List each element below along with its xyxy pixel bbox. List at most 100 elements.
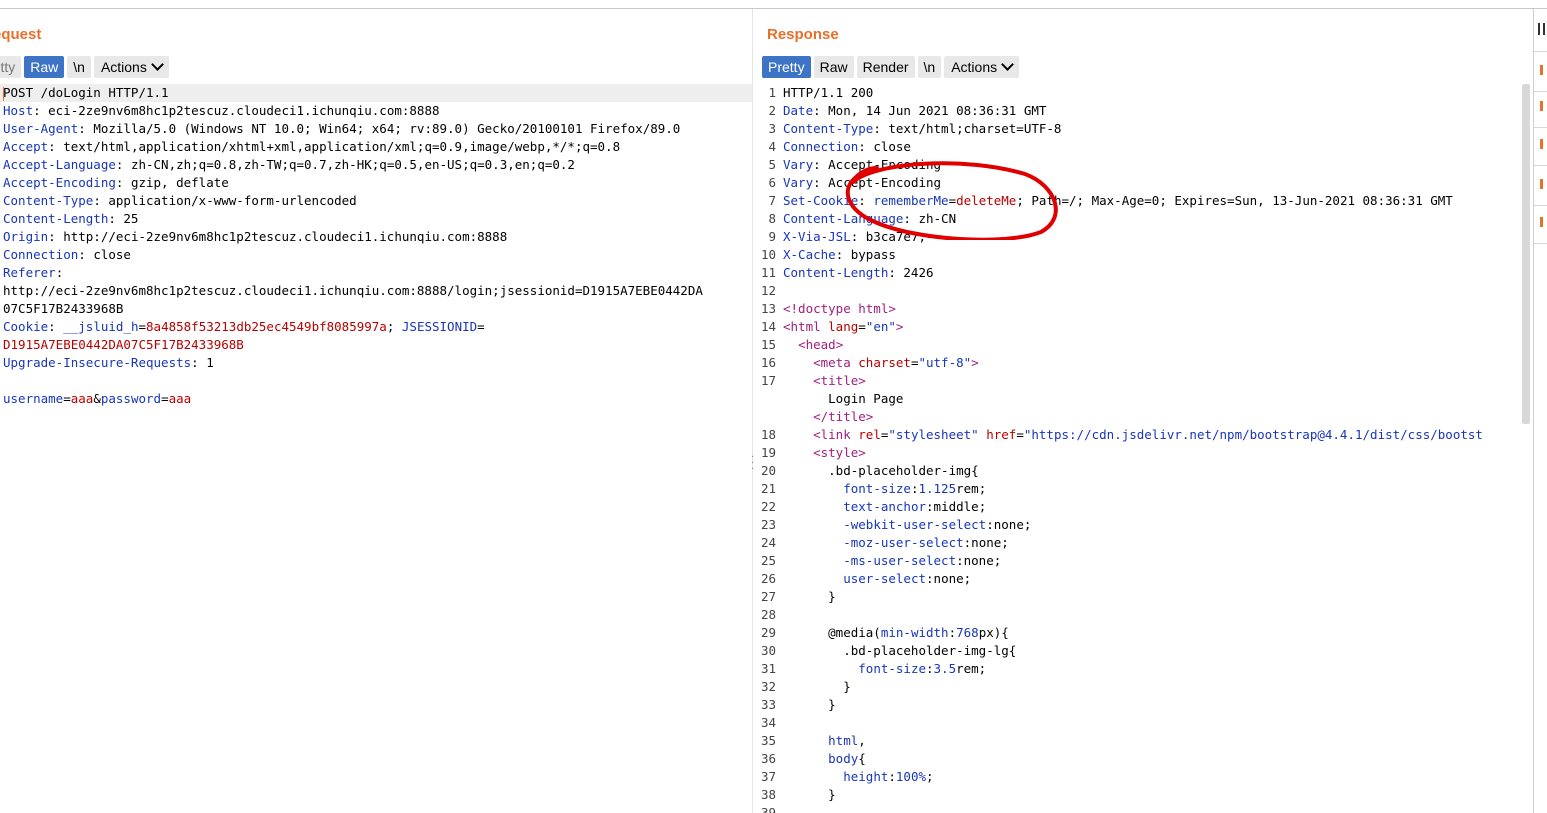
response-line: Login Page: [756, 390, 1532, 408]
request-editor[interactable]: POST /doLogin HTTP/1.1 Host: eci-2ze9nv6m…: [0, 84, 752, 813]
response-code: font-size:3.5rem;: [783, 660, 986, 678]
response-tab-pretty[interactable]: Pretty: [762, 56, 811, 78]
response-line: 4 Connection: close: [756, 138, 1532, 156]
line-number: 35: [760, 733, 776, 748]
response-tab-render[interactable]: Render: [856, 56, 915, 78]
response-toolbar: Pretty Raw Render \n Actions: [762, 56, 1020, 78]
line-number: 4: [768, 139, 776, 154]
request-token: http://eci-2ze9nv6m8hc1p2tescuz.cloudeci…: [3, 283, 703, 298]
request-token: Content-Length: [3, 211, 109, 226]
request-token: : 25: [108, 211, 139, 226]
line-number: 22: [760, 499, 776, 514]
response-token: rem;: [956, 481, 987, 496]
line-number: 15: [760, 337, 776, 352]
response-token: :none;: [963, 535, 1009, 550]
line-number: 12: [760, 283, 776, 298]
response-actions-button[interactable]: Actions: [944, 56, 1020, 78]
response-line: 29 @media(min-width:768px){: [756, 624, 1532, 642]
request-token: =: [161, 391, 169, 406]
response-code: user-select:none;: [783, 570, 971, 588]
request-token: Accept-Language: [3, 157, 116, 172]
sidebar-marker[interactable]: [1540, 179, 1543, 189]
request-token: =: [477, 319, 485, 334]
response-code: <title>: [783, 372, 866, 390]
request-actions-button[interactable]: Actions: [93, 56, 169, 78]
response-line: 2 Date: Mon, 14 Jun 2021 08:36:31 GMT: [756, 102, 1532, 120]
response-editor[interactable]: 1 HTTP/1.1 200 2 Date: Mon, 14 Jun 2021 08:…: [756, 84, 1532, 813]
pause-icon[interactable]: [1538, 23, 1545, 35]
response-line: 6 Vary: Accept-Encoding: [756, 174, 1532, 192]
line-number: 39: [760, 805, 776, 813]
line-number: 25: [760, 553, 776, 568]
response-line: 39: [756, 804, 1532, 813]
response-token: height: [843, 769, 889, 784]
request-line: Content-Type: application/x-www-form-url…: [0, 192, 752, 210]
response-token: Vary: [783, 157, 814, 172]
response-token: charset: [858, 355, 911, 370]
request-tab-pretty[interactable]: retty: [0, 56, 22, 78]
line-number: 7: [768, 193, 776, 208]
right-sidebar: [1533, 9, 1547, 813]
sidebar-marker[interactable]: [1540, 101, 1543, 111]
request-line: Content-Length: 25: [0, 210, 752, 228]
response-token: font-size: [858, 661, 926, 676]
request-line: User-Agent: Mozilla/5.0 (Windows NT 10.0…: [0, 120, 752, 138]
request-line: username=aaa&password=aaa: [0, 390, 752, 408]
sidebar-divider: [1534, 243, 1547, 244]
request-token: aaa: [168, 391, 192, 406]
response-tab-newline[interactable]: \n: [917, 56, 942, 78]
sidebar-marker[interactable]: [1540, 65, 1543, 75]
response-scrollbar[interactable]: [1522, 84, 1530, 424]
response-pane: Response Pretty Raw Render \n Actions 1H…: [756, 9, 1532, 813]
response-code: <link rel="stylesheet" href="https://cdn…: [783, 426, 1483, 444]
response-token: rem;: [956, 661, 987, 676]
request-token: : close: [78, 247, 131, 262]
line-number: 37: [760, 769, 776, 784]
request-tab-raw[interactable]: Raw: [24, 56, 65, 78]
response-token: : zh-CN: [903, 211, 957, 226]
response-token: X-Cache: [783, 247, 836, 262]
request-line: 07C5F17B2433968B: [0, 300, 752, 318]
response-token: Connection: [783, 139, 859, 154]
response-code: }: [783, 678, 851, 696]
response-token: ;: [926, 769, 934, 784]
request-token: D1915A7EBE0442DA07C5F17B2433968B: [3, 337, 244, 352]
response-token: : Accept-Encoding: [813, 175, 942, 190]
line-number: 21: [760, 481, 776, 496]
response-line: 22 text-anchor:middle;: [756, 498, 1532, 516]
response-line: 1 HTTP/1.1 200: [756, 84, 1532, 102]
response-line: 11 Content-Length: 2426: [756, 264, 1532, 282]
response-line: 27 }: [756, 588, 1532, 606]
sidebar-marker[interactable]: [1540, 139, 1543, 149]
response-code: -moz-user-select:none;: [783, 534, 1009, 552]
request-token: =: [63, 391, 71, 406]
response-token: : 2426: [888, 265, 934, 280]
response-token: @media(: [783, 625, 881, 640]
response-token: :none;: [926, 571, 972, 586]
request-tab-newline[interactable]: \n: [67, 56, 91, 78]
request-token: : text/html,application/xhtml+xml,applic…: [48, 139, 621, 154]
response-tab-raw[interactable]: Raw: [813, 56, 854, 78]
response-token: rel: [858, 427, 881, 442]
response-token: px){: [978, 625, 1009, 640]
response-line: 33 }: [756, 696, 1532, 714]
line-number: 6: [768, 175, 776, 190]
response-token: text-anchor: [843, 499, 927, 514]
response-token: href: [986, 427, 1017, 442]
response-actions-label: Actions: [951, 59, 998, 75]
response-code: -webkit-user-select:none;: [783, 516, 1031, 534]
response-code: }: [783, 696, 836, 714]
response-token: }: [783, 787, 836, 802]
response-token: 100%: [895, 769, 927, 784]
response-code: Connection: close: [783, 138, 911, 156]
response-token: [783, 769, 843, 784]
response-token: : close: [858, 139, 911, 154]
response-token: [783, 751, 828, 766]
response-token: }: [783, 697, 836, 712]
sidebar-marker[interactable]: [1540, 217, 1543, 227]
line-number: 27: [760, 589, 776, 604]
response-token: =: [1016, 427, 1024, 442]
response-code: Set-Cookie: rememberMe=deleteMe; Path=/;…: [783, 192, 1453, 210]
response-code: <head>: [783, 336, 843, 354]
response-code: }: [783, 786, 836, 804]
